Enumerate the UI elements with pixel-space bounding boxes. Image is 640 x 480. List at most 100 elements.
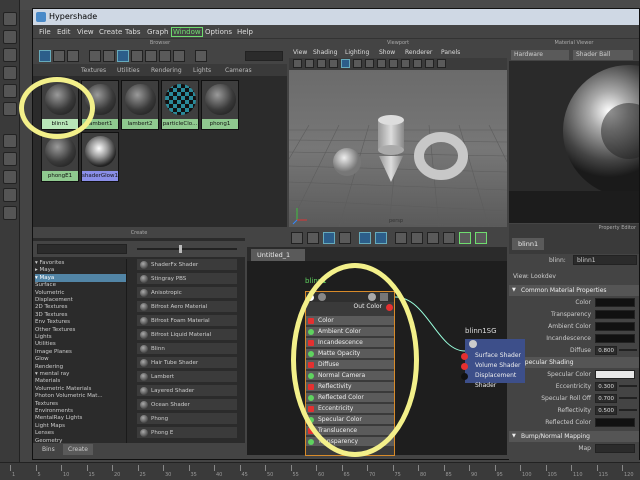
- menu-create[interactable]: Create: [99, 27, 122, 37]
- create-search-input[interactable]: [37, 244, 127, 254]
- isolate-icon[interactable]: [413, 59, 422, 68]
- sort-icon[interactable]: [145, 50, 157, 62]
- preview-mode-dropdown[interactable]: Shader Ball: [573, 50, 633, 60]
- clear-graph-icon[interactable]: [359, 232, 371, 244]
- ao-icon[interactable]: [389, 59, 398, 68]
- grid-icon[interactable]: [395, 232, 407, 244]
- browser-search-input[interactable]: [245, 51, 283, 61]
- port-dot[interactable]: [461, 363, 468, 370]
- camera-icon[interactable]: [305, 59, 314, 68]
- attribute-value-field[interactable]: 0.800: [595, 346, 617, 355]
- menu-window[interactable]: Window: [171, 27, 203, 37]
- utilities-filter-icon[interactable]: [67, 50, 79, 62]
- smooth-shade-icon[interactable]: [341, 59, 350, 68]
- menu-edit[interactable]: Edit: [57, 27, 71, 37]
- grid-icon[interactable]: [411, 232, 423, 244]
- create-node-item[interactable]: Bifrost Liquid Material: [137, 329, 237, 341]
- tab-lights[interactable]: Lights: [193, 65, 211, 76]
- section-bump-mapping[interactable]: Bump/Normal Mapping: [509, 431, 639, 442]
- shadow-icon[interactable]: [377, 59, 386, 68]
- rotate-tool-icon[interactable]: [3, 84, 17, 98]
- materials-filter-icon[interactable]: [39, 50, 51, 62]
- list-view-icon[interactable]: [131, 50, 143, 62]
- aa-icon[interactable]: [401, 59, 410, 68]
- attribute-value-field[interactable]: 0.300: [595, 382, 617, 391]
- sort-icon[interactable]: [159, 50, 171, 62]
- create-node-item[interactable]: Bifrost Foam Material: [137, 315, 237, 327]
- graph-icon[interactable]: [103, 50, 115, 62]
- attribute-view-icon[interactable]: [427, 232, 439, 244]
- lights-icon[interactable]: [365, 59, 374, 68]
- menu-options[interactable]: Options: [205, 27, 232, 37]
- port-dot[interactable]: [461, 373, 468, 380]
- color-swatch[interactable]: [595, 298, 635, 307]
- tab-untitled[interactable]: Untitled_1: [251, 249, 305, 261]
- lasso-tool-icon[interactable]: [3, 30, 17, 44]
- tab-textures[interactable]: Textures: [81, 65, 106, 76]
- tab-cameras[interactable]: Cameras: [225, 65, 252, 76]
- layout-icon[interactable]: [375, 232, 387, 244]
- material-swatch-particlecloud[interactable]: particleClo...: [161, 80, 199, 130]
- select-tool-icon[interactable]: [3, 12, 17, 26]
- create-node-item[interactable]: Bifrost Aero Material: [137, 301, 237, 313]
- input-port-dot[interactable]: [308, 439, 314, 445]
- material-swatch-lambert2[interactable]: lambert2: [121, 80, 159, 130]
- tab-bins[interactable]: Bins: [37, 444, 60, 455]
- camera-icon[interactable]: [293, 59, 302, 68]
- attribute-slider[interactable]: [619, 385, 637, 387]
- color-swatch[interactable]: [595, 444, 635, 453]
- xray-icon[interactable]: [437, 59, 446, 68]
- blinn1sg-node[interactable]: Surface Shader Volume Shader Displacemen…: [461, 339, 525, 389]
- attribute-slider[interactable]: [619, 349, 637, 351]
- sg-port-volume[interactable]: Volume Shader: [461, 361, 525, 371]
- filter-icon[interactable]: [195, 50, 207, 62]
- color-swatch[interactable]: [595, 370, 635, 379]
- graph-icon[interactable]: [89, 50, 101, 62]
- layout-icon[interactable]: [3, 188, 17, 202]
- wireframe-icon[interactable]: [329, 59, 338, 68]
- layout-icon[interactable]: [3, 152, 17, 166]
- menu-tabs[interactable]: Tabs: [125, 27, 141, 37]
- vp-menu-lighting[interactable]: Lighting: [345, 48, 369, 58]
- sg-port-surface[interactable]: Surface Shader: [461, 351, 525, 361]
- material-preview[interactable]: [509, 61, 640, 223]
- color-swatch[interactable]: [595, 310, 635, 319]
- node-graph-canvas[interactable]: blinn1 Out Color Color Ambient Color Incan…: [247, 261, 525, 457]
- create-node-item[interactable]: Blinn: [137, 343, 237, 355]
- section-specular-shading[interactable]: Specular Shading: [509, 357, 639, 368]
- grid-icon[interactable]: [317, 59, 326, 68]
- tab-create[interactable]: Create: [63, 444, 93, 455]
- torus-object[interactable]: [414, 132, 468, 180]
- menu-view[interactable]: View: [77, 27, 94, 37]
- material-swatch-shaderglow1[interactable]: shaderGlow1: [81, 132, 119, 182]
- textures-filter-icon[interactable]: [53, 50, 65, 62]
- create-node-item[interactable]: Stingray PBS: [137, 273, 237, 285]
- create-node-item[interactable]: Ocean Shader: [137, 399, 237, 411]
- attribute-slider[interactable]: [619, 409, 637, 411]
- scale-tool-icon[interactable]: [3, 102, 17, 116]
- create-node-item[interactable]: ShaderFx Shader: [137, 259, 237, 271]
- window-titlebar[interactable]: Hypershade: [33, 9, 639, 25]
- texture-icon[interactable]: [353, 59, 362, 68]
- graph-icon[interactable]: [339, 232, 351, 244]
- material-swatch-phonge1[interactable]: phongE1: [41, 132, 79, 182]
- grid-snap-icon[interactable]: [475, 232, 487, 244]
- menu-help[interactable]: Help: [237, 27, 253, 37]
- search-icon[interactable]: [459, 232, 471, 244]
- time-slider[interactable]: 1 5 10 15 20 25 30 35 40 45 50 55 60 65 70 75 80 85 90 95 10…: [0, 462, 640, 480]
- create-node-item[interactable]: Layered Shader: [137, 385, 237, 397]
- layout-icon[interactable]: [3, 206, 17, 220]
- icon-size-slider[interactable]: [137, 248, 237, 250]
- color-swatch[interactable]: [595, 418, 635, 427]
- tab-blinn1[interactable]: blinn1: [512, 238, 545, 250]
- sphere-object[interactable]: [333, 148, 361, 176]
- layout-icon[interactable]: [3, 170, 17, 184]
- create-node-item[interactable]: Anisotropic: [137, 287, 237, 299]
- vp-menu-show[interactable]: Show: [379, 48, 395, 58]
- tab-utilities[interactable]: Utilities: [117, 65, 140, 76]
- paint-tool-icon[interactable]: [3, 48, 17, 62]
- port-dot[interactable]: [461, 353, 468, 360]
- color-swatch[interactable]: [595, 334, 635, 343]
- create-node-item[interactable]: Phong E: [137, 427, 237, 439]
- move-tool-icon[interactable]: [3, 66, 17, 80]
